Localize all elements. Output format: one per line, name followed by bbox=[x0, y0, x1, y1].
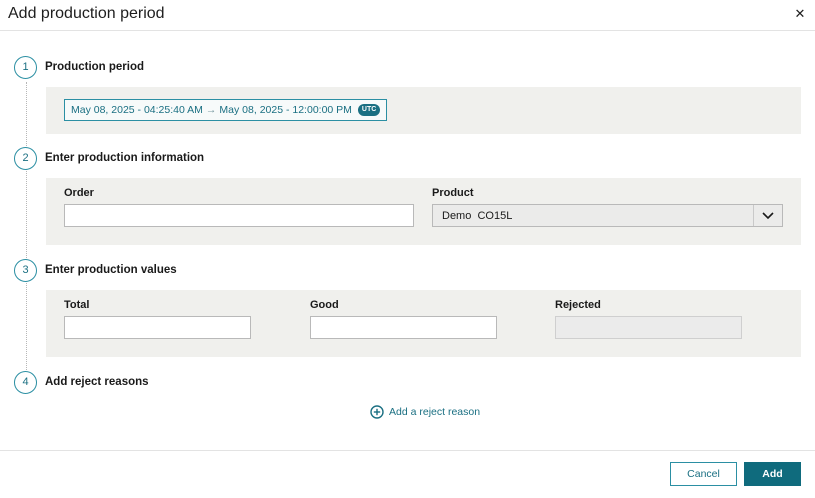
step-4-title: Add reject reasons bbox=[45, 376, 149, 388]
period-range-chip[interactable]: May 08, 2025 - 04:25:40 AM → May 08, 202… bbox=[64, 99, 388, 121]
add-reject-reason-label: Add a reject reason bbox=[389, 406, 481, 418]
footer-divider bbox=[0, 450, 815, 451]
arrow-right-icon: → bbox=[205, 104, 217, 116]
chevron-down-icon bbox=[762, 212, 774, 220]
step-4-number: 4 bbox=[14, 371, 37, 394]
step-3-number: 3 bbox=[14, 259, 37, 282]
dialog-title: Add production period bbox=[8, 5, 165, 22]
product-dropdown-toggle[interactable] bbox=[753, 205, 782, 226]
step-1-title: Production period bbox=[45, 61, 145, 73]
steps-connector-line bbox=[26, 82, 27, 370]
order-input[interactable] bbox=[64, 204, 414, 227]
step-1-number: 1 bbox=[14, 56, 37, 79]
period-end: May 08, 2025 - 12:00:00 PM bbox=[219, 104, 352, 116]
good-input[interactable] bbox=[310, 316, 497, 339]
period-start: May 08, 2025 - 04:25:40 AM bbox=[71, 104, 203, 116]
production-period-panel: May 08, 2025 - 04:25:40 AM → May 08, 202… bbox=[46, 87, 801, 134]
plus-circle-icon bbox=[370, 405, 384, 419]
total-label: Total bbox=[64, 299, 90, 311]
production-values-panel: Total Good Rejected bbox=[46, 290, 801, 357]
rejected-label: Rejected bbox=[555, 299, 601, 311]
cancel-button[interactable]: Cancel bbox=[670, 462, 737, 486]
total-input[interactable] bbox=[64, 316, 251, 339]
dialog-header: Add production period ✕ bbox=[0, 0, 815, 31]
timezone-badge: UTC bbox=[357, 104, 381, 116]
step-2-title: Enter production information bbox=[45, 152, 205, 164]
add-production-period-dialog: Add production period ✕ 1 Production per… bbox=[0, 0, 815, 498]
add-reject-reason-link[interactable]: Add a reject reason bbox=[370, 405, 480, 419]
product-label: Product bbox=[432, 187, 474, 199]
step-3-title: Enter production values bbox=[45, 264, 177, 276]
product-select[interactable]: Demo CO15L bbox=[432, 204, 783, 227]
order-label: Order bbox=[64, 187, 94, 199]
product-selected-value: Demo CO15L bbox=[442, 210, 513, 222]
add-button[interactable]: Add bbox=[744, 462, 801, 486]
close-icon[interactable]: ✕ bbox=[793, 6, 807, 22]
good-label: Good bbox=[310, 299, 339, 311]
rejected-input bbox=[555, 316, 742, 339]
step-2-number: 2 bbox=[14, 147, 37, 170]
production-information-panel: Order Product Demo CO15L bbox=[46, 178, 801, 245]
